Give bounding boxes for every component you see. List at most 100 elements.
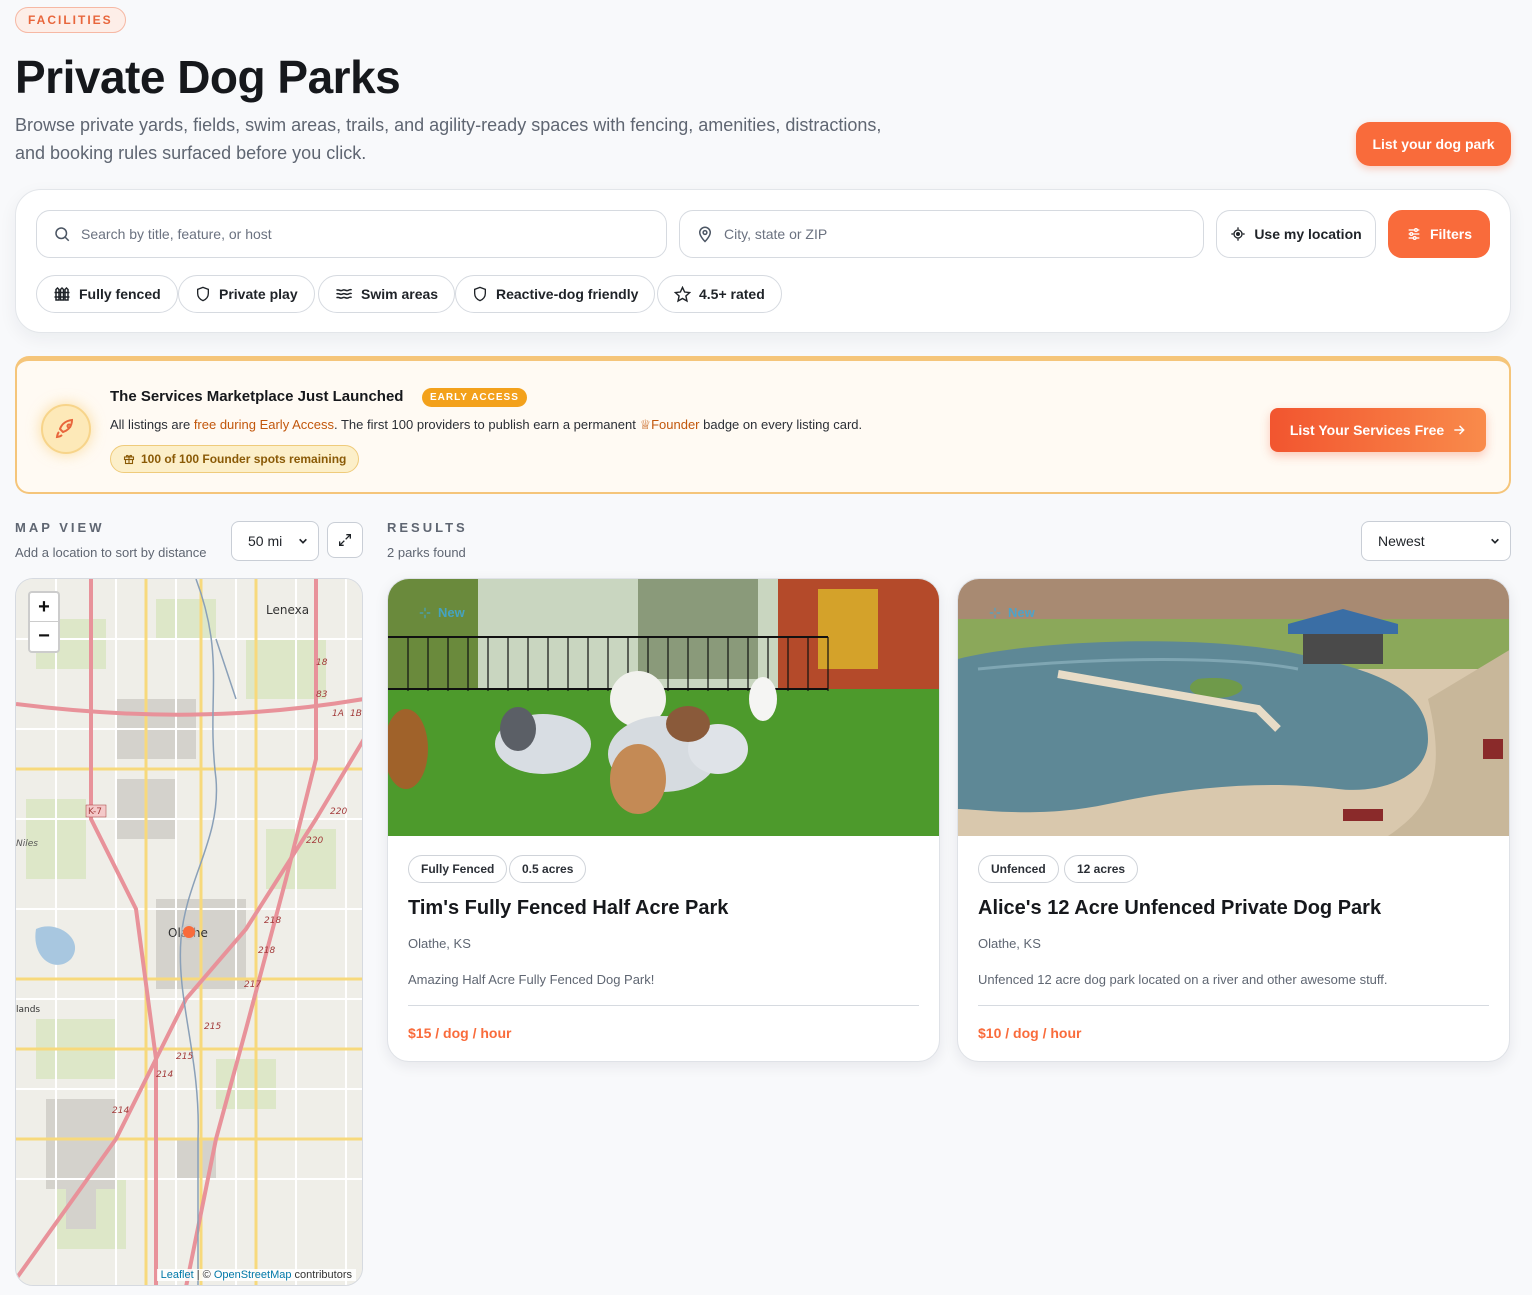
results-count: 2 parks found	[387, 545, 466, 560]
list-dog-park-button[interactable]: List your dog park	[1356, 122, 1511, 166]
tag-fencing: Fully Fenced	[408, 855, 508, 883]
crosshair-icon	[1231, 227, 1245, 241]
results-label: RESULTS	[387, 520, 468, 535]
star-icon	[674, 285, 691, 302]
map-view-label: MAP VIEW	[15, 520, 105, 535]
route-label: 217	[244, 980, 261, 990]
search-panel: Search by title, feature, or host City, …	[15, 189, 1511, 333]
route-label: 220	[330, 807, 347, 817]
park-location: Olathe, KS	[978, 936, 1041, 951]
park-card[interactable]: New Fully Fenced 0.5 acres Tim's Fully F…	[387, 578, 940, 1062]
rocket-icon	[41, 404, 91, 454]
zoom-out-button[interactable]: −	[30, 622, 58, 651]
page-title: Private Dog Parks	[15, 51, 401, 103]
chip-swim-areas[interactable]: Swim areas	[318, 275, 456, 313]
chip-rated[interactable]: 4.5+ rated	[657, 275, 782, 313]
sliders-icon	[1408, 228, 1420, 240]
park-location: Olathe, KS	[408, 936, 471, 951]
chip-reactive-dog-friendly[interactable]: Reactive-dog friendly	[455, 275, 656, 313]
filters-button[interactable]: Filters	[1388, 210, 1490, 258]
new-badge: New	[988, 605, 1035, 620]
promo-title: The Services Marketplace Just Launched	[110, 388, 404, 405]
leaflet-link[interactable]: Leaflet	[161, 1269, 194, 1281]
zoom-control: + −	[28, 591, 60, 653]
map-panel[interactable]: Lenexa Olathe Niles lands K-7 220 220 21…	[15, 578, 363, 1286]
osm-link[interactable]: OpenStreetMap	[214, 1269, 292, 1281]
route-label: 218	[258, 946, 275, 956]
chip-label: Fully fenced	[79, 286, 161, 302]
attribution-end: contributors	[291, 1269, 352, 1281]
attribution-sep: | ©	[193, 1269, 214, 1281]
tag-fencing: Unfenced	[978, 855, 1059, 883]
founder-spots-label: 100 of 100 Founder spots remaining	[141, 452, 347, 466]
map-pin-icon	[698, 226, 712, 243]
route-label: 215	[176, 1052, 193, 1062]
route-label: 18	[316, 658, 328, 668]
services-marketplace-banner: The Services Marketplace Just Launched E…	[15, 356, 1511, 494]
facilities-eyebrow: FACILITIES	[15, 7, 126, 33]
chevron-down-icon	[1491, 538, 1499, 544]
location-marker[interactable]	[183, 926, 195, 938]
route-label: 218	[264, 916, 281, 926]
location-input[interactable]: City, state or ZIP	[679, 210, 1204, 258]
park-price: $15 / dog / hour	[408, 1025, 512, 1041]
park-title[interactable]: Tim's Fully Fenced Half Acre Park	[408, 897, 728, 920]
place-label-niles: Niles	[16, 839, 38, 849]
waves-icon	[336, 288, 353, 299]
use-my-location-button[interactable]: Use my location	[1216, 210, 1376, 258]
radius-select[interactable]: 50 mi	[231, 521, 319, 561]
map-tiles[interactable]: Lenexa Olathe Niles lands K-7 220 220 21…	[16, 579, 363, 1286]
route-label: 214	[112, 1106, 129, 1116]
filters-label: Filters	[1429, 226, 1472, 242]
sort-value: Newest	[1378, 533, 1425, 549]
expand-map-button[interactable]	[327, 522, 363, 558]
use-my-location-label: Use my location	[1254, 226, 1362, 242]
place-label-lenexa: Lenexa	[266, 603, 309, 617]
radius-value: 50 mi	[248, 533, 283, 549]
park-photo: New	[958, 579, 1509, 836]
promo-text-part: badge on every listing card.	[699, 417, 863, 432]
new-badge: New	[418, 605, 465, 620]
tag-acreage: 0.5 acres	[509, 855, 587, 883]
promo-text-part: . The first 100 providers to publish ear…	[334, 417, 640, 432]
arrow-right-icon	[1454, 425, 1465, 435]
early-access-badge: EARLY ACCESS	[422, 388, 527, 407]
list-services-label: List Your Services Free	[1289, 422, 1445, 438]
list-services-free-button[interactable]: List Your Services Free	[1270, 408, 1486, 452]
chip-fully-fenced[interactable]: Fully fenced	[36, 275, 178, 313]
park-title[interactable]: Alice's 12 Acre Unfenced Private Dog Par…	[978, 897, 1381, 920]
new-badge-label: New	[438, 605, 465, 620]
route-label: 214	[156, 1070, 173, 1080]
promo-description: All listings are free during Early Acces…	[110, 417, 862, 433]
route-label: 1A	[332, 709, 344, 719]
promo-text-part: All listings are	[110, 417, 194, 432]
search-input[interactable]: Search by title, feature, or host	[36, 210, 667, 258]
route-label: 1B	[350, 709, 362, 719]
promo-highlight: free during Early Access	[193, 417, 334, 432]
new-badge-label: New	[1008, 605, 1035, 620]
chip-private-play[interactable]: Private play	[178, 275, 315, 313]
map-view-subtitle: Add a location to sort by distance	[15, 545, 207, 560]
founder-spots-pill: 100 of 100 Founder spots remaining	[110, 445, 360, 473]
sort-select[interactable]: Newest	[1361, 521, 1511, 561]
park-price: $10 / dog / hour	[978, 1025, 1082, 1041]
page-subtitle: Browse private yards, fields, swim areas…	[15, 115, 882, 163]
route-label: 220	[306, 836, 323, 846]
search-placeholder: Search by title, feature, or host	[81, 226, 272, 242]
chip-label: 4.5+ rated	[699, 286, 765, 302]
founder-label: ♕Founder	[639, 417, 700, 432]
expand-icon	[339, 534, 351, 546]
gift-icon	[123, 454, 135, 465]
chevron-down-icon	[299, 538, 307, 544]
location-placeholder: City, state or ZIP	[724, 226, 828, 242]
zoom-in-button[interactable]: +	[30, 593, 58, 622]
map-attribution: Leaflet | © OpenStreetMap contributors	[156, 1269, 356, 1281]
shield-icon	[197, 286, 209, 302]
chip-label: Private play	[219, 286, 298, 302]
park-description: Unfenced 12 acre dog park located on a r…	[978, 972, 1388, 987]
fence-icon	[54, 286, 70, 301]
card-divider	[978, 1005, 1489, 1006]
route-label: 215	[204, 1022, 221, 1032]
park-photo: New	[388, 579, 939, 836]
park-card[interactable]: New Unfenced 12 acres Alice's 12 Acre Un…	[957, 578, 1510, 1062]
